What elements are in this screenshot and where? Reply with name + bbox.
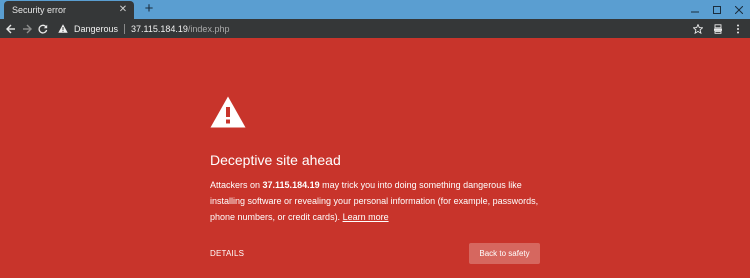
minimize-icon <box>691 11 699 12</box>
safe-browsing-interstitial: Deceptive site ahead Attackers on 37.115… <box>0 38 750 278</box>
address-separator <box>124 23 126 34</box>
reload-button[interactable] <box>35 21 51 37</box>
dangerous-host: 37.115.184.19 <box>262 180 320 190</box>
tab-title: Security error <box>12 5 67 15</box>
reload-icon <box>38 24 48 34</box>
maximize-icon <box>713 5 721 14</box>
browser-toolbar: Dangerous 37.115.184.19 /index.php <box>0 19 750 38</box>
forward-button[interactable] <box>19 21 35 37</box>
close-icon <box>735 5 743 14</box>
browser-window: Security error ✕ + Dangerous 37.115.184.… <box>0 0 750 278</box>
new-tab-button[interactable]: + <box>142 1 156 17</box>
star-icon <box>693 23 703 34</box>
close-window-button[interactable] <box>728 0 750 19</box>
security-status-label[interactable]: Dangerous <box>74 24 118 34</box>
tab-security-error[interactable]: Security error ✕ <box>4 1 134 19</box>
url-path: /index.php <box>187 23 230 34</box>
address-bar[interactable]: Dangerous 37.115.184.19 /index.php <box>58 21 688 36</box>
tab-strip: Security error ✕ + <box>0 0 750 19</box>
window-controls <box>684 0 750 19</box>
warning-icon <box>210 96 246 128</box>
minimize-button[interactable] <box>684 0 706 19</box>
page-title: Deceptive site ahead <box>210 152 341 168</box>
maximize-button[interactable] <box>706 0 728 19</box>
url-host: 37.115.184.19 <box>131 23 188 34</box>
cast-button[interactable] <box>710 21 726 37</box>
menu-icon <box>737 24 739 33</box>
warning-icon <box>58 24 68 33</box>
toolbar-actions <box>690 19 746 38</box>
message-prefix: Attackers on <box>210 180 263 190</box>
forward-arrow-icon <box>23 24 32 33</box>
menu-button[interactable] <box>730 21 746 37</box>
bookmark-button[interactable] <box>690 21 706 37</box>
back-to-safety-button[interactable]: Back to safety <box>469 243 540 264</box>
learn-more-link[interactable]: Learn more <box>343 212 389 222</box>
tab-close-icon[interactable]: ✕ <box>118 5 128 15</box>
back-arrow-icon <box>6 24 15 33</box>
cast-icon <box>714 23 722 34</box>
back-button[interactable] <box>3 21 19 37</box>
details-button[interactable]: DETAILS <box>210 249 244 258</box>
warning-message: Attackers on 37.115.184.19 may trick you… <box>210 177 550 225</box>
